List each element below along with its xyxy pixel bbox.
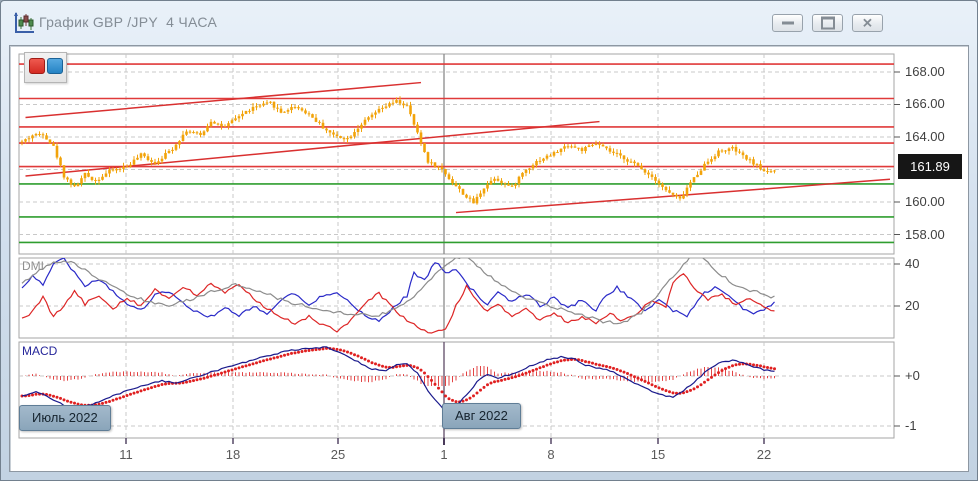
- price-axis-label: 164.00: [905, 129, 945, 144]
- x-axis-label: 25: [321, 447, 355, 462]
- close-icon: ✕: [862, 17, 873, 30]
- x-axis-label: 18: [216, 447, 250, 462]
- chart-window: График GBP /JPY 4 ЧАСА ✕ 168.00 166.00 1…: [0, 0, 978, 481]
- x-axis-label: 8: [534, 447, 568, 462]
- maximize-icon: [821, 17, 835, 30]
- price-axis-label: 168.00: [905, 64, 945, 79]
- price-axis-label: 158.00: [905, 227, 945, 242]
- macd-axis-tick: -1: [905, 418, 917, 433]
- x-axis-label: 22: [747, 447, 781, 462]
- maximize-button[interactable]: [812, 14, 843, 32]
- minimize-button[interactable]: [772, 14, 803, 32]
- macd-pane-label: MACD: [22, 344, 57, 358]
- red-series-toggle-button[interactable]: [29, 58, 45, 74]
- price-axis-label: 166.00: [905, 96, 945, 111]
- month-badge-august[interactable]: Авг 2022: [442, 403, 521, 429]
- close-button[interactable]: ✕: [852, 14, 883, 32]
- window-title: График GBP /JPY 4 ЧАСА: [39, 14, 217, 30]
- current-price-badge: 161.89: [898, 154, 962, 179]
- dmi-pane-label: DMI: [22, 259, 44, 273]
- candlestick-chart-icon: [13, 12, 36, 36]
- series-legend-toolbar: [24, 52, 67, 83]
- minimize-icon: [782, 22, 794, 25]
- x-axis-label: 1: [427, 447, 461, 462]
- month-badge-july[interactable]: Июль 2022: [19, 405, 111, 431]
- macd-axis-tick: +0: [905, 368, 920, 383]
- dmi-axis-tick: 40: [905, 256, 919, 271]
- window-titlebar[interactable]: График GBP /JPY 4 ЧАСА ✕: [1, 1, 977, 44]
- x-axis-label: 11: [109, 447, 143, 462]
- x-axis-label: 15: [641, 447, 675, 462]
- price-axis-label: 160.00: [905, 194, 945, 209]
- dmi-axis-tick: 20: [905, 298, 919, 313]
- blue-series-toggle-button[interactable]: [47, 58, 63, 74]
